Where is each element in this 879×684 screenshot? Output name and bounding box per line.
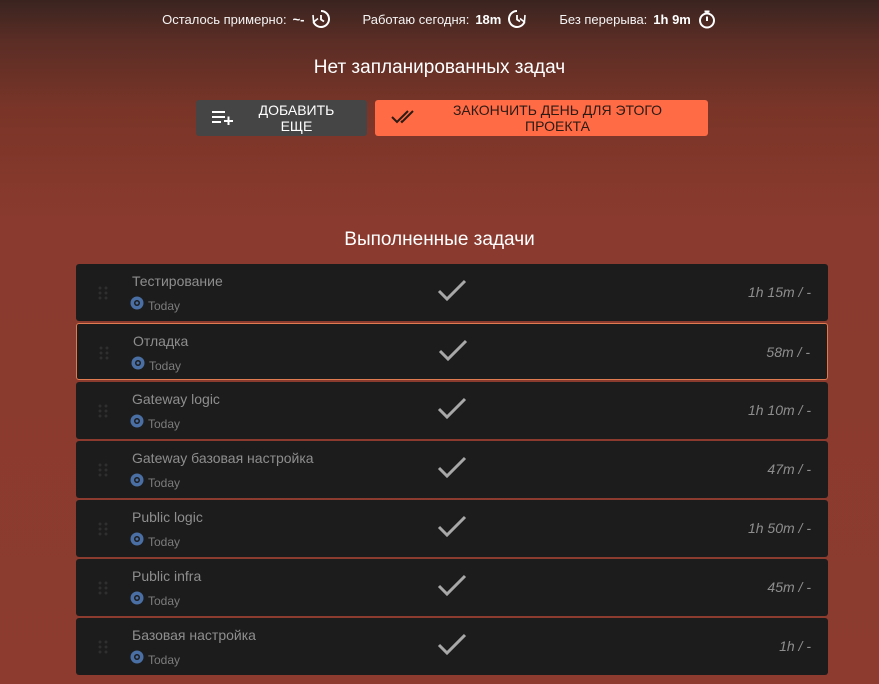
check-icon[interactable] [438,338,468,369]
task-row[interactable]: Public infra Today 45m / - [76,559,828,616]
clock-icon [311,9,331,29]
task-duration: 1h 15m / - [747,284,811,300]
task-title: Public infra [132,568,202,584]
task-row[interactable]: Отладка Today 58m / - [76,323,828,380]
check-icon[interactable] [437,455,467,486]
working-label: Работаю сегодня: [362,11,470,27]
project-icon [130,650,144,669]
add-more-label: ДОБАВИТЬ ЕЩЕ [258,102,335,134]
finish-day-label: ЗАКОНЧИТЬ ДЕНЬ ДЛЯ ЭТОГО ПРОЕКТА [452,102,663,134]
task-row[interactable]: Тестирование Today 1h 15m / - [76,264,828,321]
remaining-value: ~- [292,11,305,27]
task-meta: Today [130,591,180,610]
drag-handle-icon[interactable] [98,463,108,482]
add-more-button[interactable]: ДОБАВИТЬ ЕЩЕ [196,100,367,136]
working-stat: Работаю сегодня: 18m [363,9,528,29]
task-row[interactable]: Gateway базовая настройка Today 47m / - [76,441,828,498]
drag-handle-icon[interactable] [98,286,108,305]
task-title: Gateway базовая настройка [132,450,314,466]
drag-handle-icon[interactable] [99,346,109,365]
nobreak-label: Без перерыва: [559,11,648,27]
stopwatch-icon [697,9,717,29]
task-meta: Today [130,532,180,551]
task-date: Today [148,652,181,667]
task-row[interactable]: Gateway logic Today 1h 10m / - [76,382,828,439]
project-icon [130,591,144,610]
task-meta: Today [130,414,180,433]
completed-tasks-title: Выполненные задачи [344,229,535,250]
task-meta: Today [131,356,181,375]
task-date: Today [148,475,181,490]
remaining-label: Осталось примерно: [162,11,287,27]
clock-icon [507,9,527,29]
nobreak-value: 1h 9m [653,11,691,27]
task-date: Today [149,358,182,373]
check-icon[interactable] [437,514,467,545]
check-icon[interactable] [437,573,467,604]
no-scheduled-tasks-title: Нет запланированных задач [313,57,566,78]
drag-handle-icon[interactable] [98,640,108,659]
project-icon [130,414,144,433]
task-meta: Today [130,650,180,669]
project-icon [130,473,144,492]
task-title: Тестирование [132,273,223,289]
task-date: Today [148,593,181,608]
add-list-icon [212,109,234,128]
nobreak-stat: Без перерыва: 1h 9m [559,9,717,29]
task-duration: 47m / - [767,461,811,477]
working-value: 18m [475,11,502,27]
project-icon [131,356,145,375]
task-title: Базовая настройка [132,627,256,643]
task-meta: Today [130,473,180,492]
task-meta: Today [130,296,180,315]
drag-handle-icon[interactable] [98,522,108,541]
completed-task-list: Тестирование Today 1h 15m / - Отладка To… [76,264,828,677]
task-title: Public logic [132,509,203,525]
status-bar: Осталось примерно: ~- Работаю сегодня: 1… [0,0,879,38]
task-duration: 58m / - [766,344,810,360]
task-row[interactable]: Public logic Today 1h 50m / - [76,500,828,557]
drag-handle-icon[interactable] [98,581,108,600]
task-row[interactable]: Базовая настройка Today 1h / - [76,618,828,675]
drag-handle-icon[interactable] [98,404,108,423]
project-icon [130,296,144,315]
task-duration: 45m / - [767,579,811,595]
task-title: Отладка [133,333,189,349]
check-icon[interactable] [437,396,467,427]
check-icon[interactable] [437,632,467,663]
project-icon [130,532,144,551]
task-title: Gateway logic [132,391,220,407]
remaining-stat: Осталось примерно: ~- [162,9,330,29]
task-duration: 1h 50m / - [747,520,811,536]
check-icon[interactable] [437,278,467,309]
task-date: Today [148,298,181,313]
task-duration: 1h 10m / - [747,402,811,418]
task-duration: 1h / - [779,638,811,654]
task-date: Today [148,534,181,549]
task-date: Today [148,416,181,431]
finish-day-button[interactable]: ЗАКОНЧИТЬ ДЕНЬ ДЛЯ ЭТОГО ПРОЕКТА [375,100,708,136]
double-check-icon [391,109,415,128]
